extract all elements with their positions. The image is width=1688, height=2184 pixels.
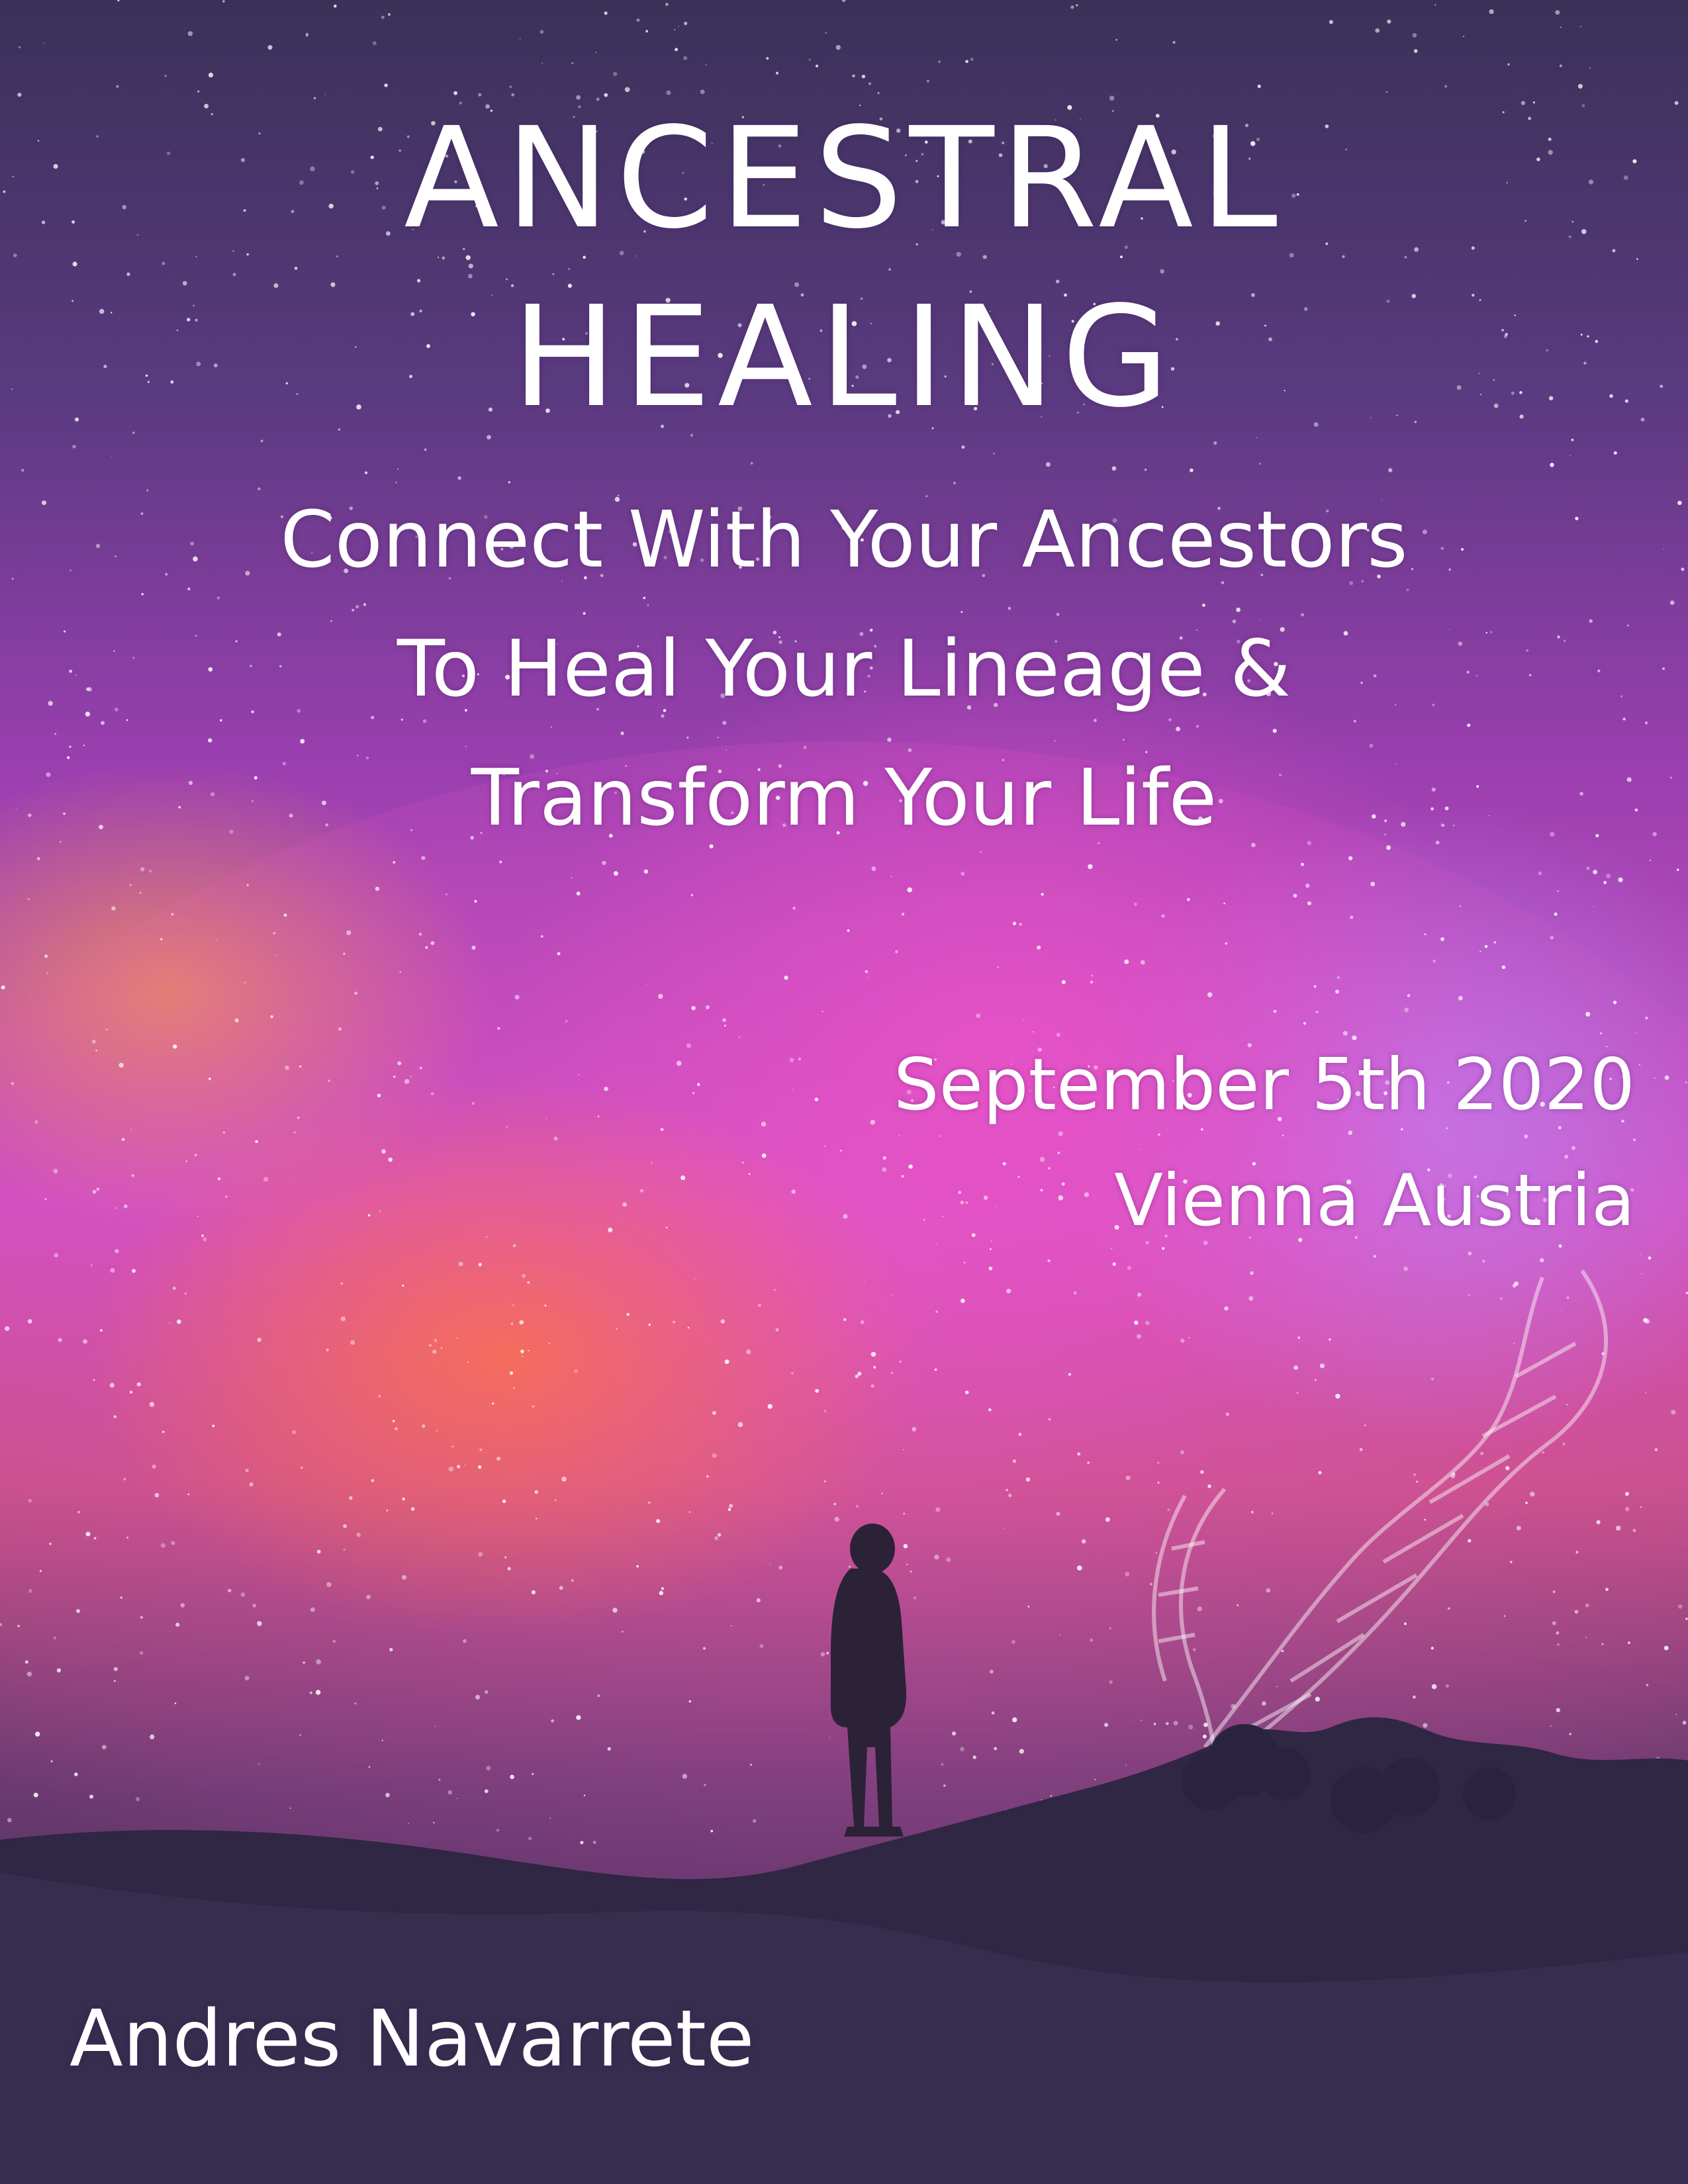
subtitle-line-3: Transform Your Life <box>471 752 1217 843</box>
standing-person-silhouette <box>831 1524 907 1837</box>
main-title-line-1: ANCESTRAL <box>404 97 1284 259</box>
event-location: Vienna Austria <box>1114 1160 1635 1242</box>
subtitle-line-1: Connect With Your Ancestors <box>280 494 1408 585</box>
subtitle-line-2: To Heal Your Lineage & <box>397 623 1291 714</box>
event-date: September 5th 2020 <box>894 1044 1635 1126</box>
main-title-line-2: HEALING <box>512 276 1176 438</box>
author-name: Andres Navarrete <box>70 1993 755 2084</box>
poster: ANCESTRAL HEALING Connect With Your Ance… <box>0 0 1688 2184</box>
